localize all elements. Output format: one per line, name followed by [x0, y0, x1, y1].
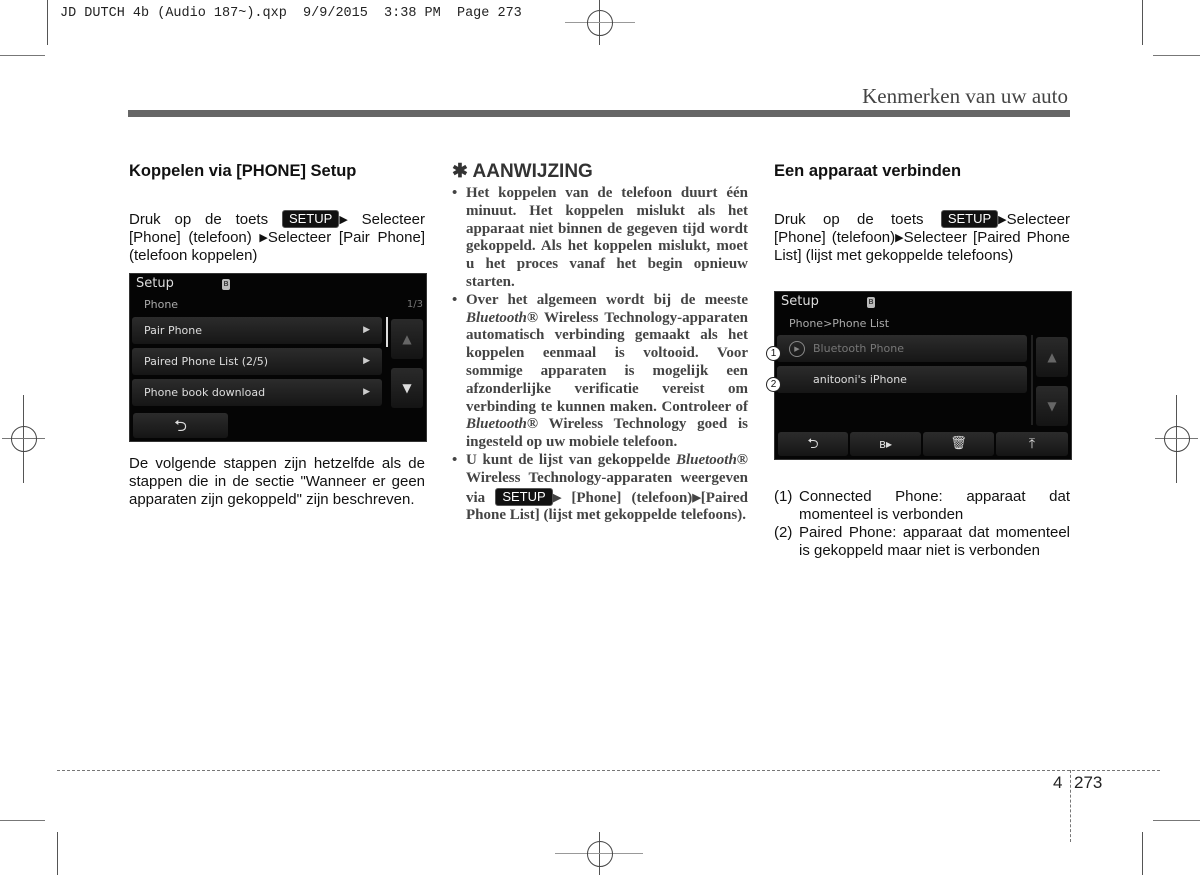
up-arrow-icon: ▲: [1047, 350, 1057, 364]
back-icon: ⮌: [807, 436, 819, 452]
paired-phone-item[interactable]: anitooni's iPhone: [777, 366, 1027, 393]
down-arrow-icon: ▼: [1047, 399, 1057, 413]
note-item: Over het algemeen wordt bij de meeste Bl…: [452, 292, 748, 452]
back-icon: ⮌: [174, 416, 187, 435]
bluetooth-icon: ʙ: [222, 279, 230, 290]
arrow-right-icon: ▶: [552, 491, 562, 504]
crop-mark: [1153, 55, 1200, 56]
arrow-right-icon: ▶: [692, 491, 701, 504]
note-heading: ✱ AANWIJZING: [452, 160, 593, 183]
note-italic: Bluetooth®: [466, 416, 539, 433]
bluetooth-connect-icon: ʙ▸: [879, 437, 892, 451]
screen-breadcrumb: Phone>Phone List: [789, 317, 890, 330]
note-text: [Phone] (telefoon): [571, 489, 693, 506]
scrollbar[interactable]: [386, 317, 388, 347]
menu-item-pair-phone[interactable]: Pair Phone ▶: [132, 317, 382, 344]
footer-rule: [57, 770, 1160, 771]
screen-title: Setup: [781, 294, 819, 309]
scrollbar[interactable]: [1031, 335, 1033, 425]
note-text: U kunt de lijst van gekoppelde: [466, 451, 676, 468]
note-text: Het koppelen van de telefoon duurt één m…: [466, 185, 748, 290]
menu-item-label: Paired Phone List (2/5): [144, 355, 269, 368]
down-arrow-icon: ▼: [402, 381, 412, 395]
phone-list-screen: Setup ʙ Phone>Phone List ▶ Bluetooth Pho…: [774, 291, 1072, 460]
note-item: Het koppelen van de telefoon duurt één m…: [452, 185, 748, 292]
up-arrow-icon: ▲: [402, 332, 412, 346]
scroll-down-button[interactable]: ▼: [391, 368, 423, 408]
callout-legend: (1) Connected Phone: apparaat dat moment…: [774, 488, 1070, 560]
arrow-right-icon: ▶: [895, 232, 904, 244]
note-list: Het koppelen van de telefoon duurt één m…: [452, 185, 748, 525]
play-icon: ▶: [789, 341, 805, 357]
arrow-right-icon: ▶: [363, 325, 370, 335]
note-italic: Bluetooth®: [675, 451, 748, 468]
arrow-right-icon: ▶: [363, 356, 370, 366]
crop-mark: [1142, 0, 1143, 45]
page-indicator: 1/3: [406, 299, 423, 310]
instruction-connect-device: Druk op de toets SETUP ▶Selecteer [Phone]…: [774, 210, 1070, 265]
callout-marker-1: 1: [766, 346, 781, 361]
back-button[interactable]: ⮌: [778, 432, 848, 456]
menu-item-label: Phone book download: [144, 386, 266, 399]
scroll-down-button[interactable]: ▼: [1036, 386, 1068, 426]
menu-item-label: Pair Phone: [144, 324, 203, 337]
bluetooth-icon: ʙ: [867, 297, 875, 308]
scroll-up-button[interactable]: ▲: [391, 319, 423, 359]
move-top-button[interactable]: ⤒: [996, 432, 1068, 456]
section-heading-pair-phone: Koppelen via [PHONE] Setup: [129, 162, 357, 180]
instruction-pair-phone: Druk op de toets SETUP ▶ Selecteer [Phone…: [129, 210, 425, 265]
callout-marker-2: 2: [766, 377, 781, 392]
instruction-text: Druk op de toets: [129, 211, 269, 228]
asterisk-icon: ✱: [452, 161, 468, 182]
instruction-text: Druk op de toets: [774, 211, 924, 228]
note-text: Over het algemeen wordt bij de meeste: [466, 291, 748, 308]
setup-key: SETUP: [281, 210, 340, 228]
menu-item-paired-phone-list[interactable]: Paired Phone List (2/5) ▶: [132, 348, 382, 375]
legend-number: (2): [774, 524, 793, 541]
move-to-top-icon: ⤒: [1028, 436, 1036, 452]
screen-subtitle: Phone: [144, 298, 179, 311]
legend-text: Paired Phone: apparaat dat momenteel is …: [799, 524, 1070, 559]
screen-title: Setup: [136, 276, 174, 291]
crop-mark: [47, 0, 48, 45]
back-button[interactable]: ⮌: [133, 413, 228, 438]
crop-mark: [0, 820, 45, 821]
scroll-up-button[interactable]: ▲: [1036, 337, 1068, 377]
arrow-right-icon: ▶: [998, 214, 1007, 226]
note-item: U kunt de lijst van gekoppelde Bluetooth…: [452, 452, 748, 525]
setup-key: SETUP: [495, 487, 553, 506]
legend-text: Connected Phone: apparaat dat momenteel …: [799, 488, 1070, 523]
crop-mark: [0, 55, 45, 56]
note-title: AANWIJZING: [472, 161, 593, 182]
device-name: anitooni's iPhone: [813, 373, 907, 386]
chapter-header-title: Kenmerken van uw auto: [862, 84, 1068, 108]
setup-key: SETUP: [940, 210, 999, 228]
connected-phone-item[interactable]: ▶ Bluetooth Phone: [777, 335, 1027, 362]
crop-mark: [1142, 832, 1143, 875]
section-heading-connect-device: Een apparaat verbinden: [774, 162, 962, 180]
arrow-right-icon: ▶: [363, 387, 370, 397]
trash-icon: 🗑: [950, 436, 967, 451]
delete-button[interactable]: 🗑: [923, 432, 994, 456]
arrow-right-icon: ▶: [339, 214, 348, 226]
page-number: 273: [1074, 773, 1103, 792]
crop-mark: [57, 832, 58, 875]
device-name: Bluetooth Phone: [813, 342, 904, 355]
header-rule: [128, 110, 1070, 117]
footer-divider: [1070, 770, 1071, 842]
menu-item-phone-book-download[interactable]: Phone book download ▶: [132, 379, 382, 406]
arrow-right-icon: ▶: [259, 232, 268, 244]
legend-number: (1): [774, 488, 793, 505]
print-slug: JD DUTCH 4b (Audio 187~).qxp 9/9/2015 3:…: [60, 6, 522, 21]
setup-phone-screen: Setup ʙ Phone 1/3 Pair Phone ▶ Paired Ph…: [129, 273, 427, 442]
chapter-number: 4: [1053, 773, 1063, 792]
legend-item: (2) Paired Phone: apparaat dat momenteel…: [774, 524, 1070, 560]
paragraph-steps: De volgende stappen zijn hetzelfde als d…: [129, 455, 425, 508]
note-italic: Bluetooth®: [466, 309, 539, 326]
bluetooth-connect-button[interactable]: ʙ▸: [850, 432, 921, 456]
legend-item: (1) Connected Phone: apparaat dat moment…: [774, 488, 1070, 524]
crop-mark: [1153, 820, 1200, 821]
